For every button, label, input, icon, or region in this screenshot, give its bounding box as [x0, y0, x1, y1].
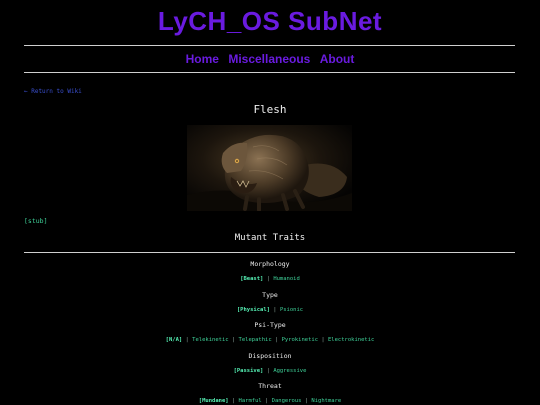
trait-option-selected: [Passive]	[233, 368, 264, 374]
site-title: LyCH_OS SubNet	[157, 6, 383, 36]
trait-options-psi-type: [N/A] | Telekinetic | Telepathic | Pyrok…	[165, 337, 375, 343]
trait-option: Humanoid	[273, 276, 300, 282]
nav-divider	[24, 72, 515, 73]
trait-option: Nightmare	[311, 398, 342, 404]
creature-image	[187, 125, 352, 211]
trait-options-type: [Physical] | Psionic	[236, 307, 304, 313]
trait-option: Dangerous	[271, 398, 302, 404]
main-nav: Home Miscellaneous About	[0, 52, 540, 66]
trait-option: Electrokinetic	[327, 337, 375, 343]
trait-label-type: Type	[262, 291, 278, 299]
trait-option-selected: [Mundane]	[198, 398, 229, 404]
trait-option-selected: [Beast]	[240, 276, 264, 282]
trait-option: Harmful	[238, 398, 262, 404]
stub-tag: [stub]	[24, 217, 48, 225]
trait-options-threat: [Mundane] | Harmful | Dangerous | Nightm…	[198, 398, 342, 404]
trait-label-disposition: Disposition	[248, 352, 292, 360]
nav-miscellaneous-link[interactable]: Miscellaneous	[228, 52, 310, 66]
return-to-wiki-link[interactable]: ← Return to Wiki	[24, 88, 82, 95]
trait-options-disposition: [Passive] | Aggressive	[233, 368, 307, 374]
trait-options-morphology: [Beast] | Humanoid	[240, 276, 300, 282]
trait-option: Telekinetic	[192, 337, 229, 343]
trait-label-psi-type: Psi-Type	[254, 321, 286, 329]
trait-option: Psionic	[279, 307, 304, 313]
trait-label-morphology: Morphology	[250, 260, 290, 268]
trait-option-selected: [Physical]	[236, 307, 270, 313]
header-divider	[24, 45, 515, 46]
trait-option: Pyrokinetic	[281, 337, 319, 343]
section-title: Mutant Traits	[234, 233, 306, 243]
page-title: Flesh	[253, 103, 287, 116]
trait-option-selected: [N/A]	[165, 337, 183, 343]
trait-label-threat: Threat	[258, 382, 282, 390]
nav-home-link[interactable]: Home	[186, 52, 219, 66]
section-divider	[24, 252, 515, 253]
trait-option: Aggressive	[273, 368, 307, 374]
trait-option: Telepathic	[238, 337, 272, 343]
nav-about-link[interactable]: About	[320, 52, 355, 66]
